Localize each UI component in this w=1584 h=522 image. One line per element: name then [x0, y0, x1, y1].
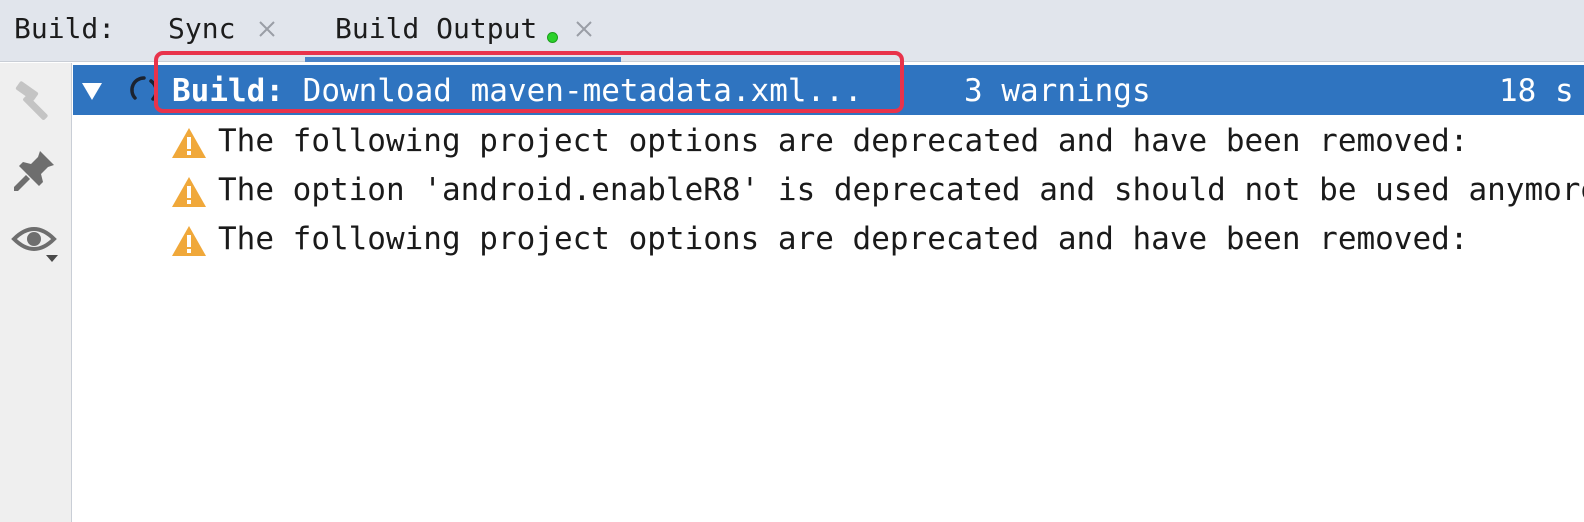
tab-build-output[interactable]: Build Output	[305, 0, 621, 62]
warning-count: 3 warnings	[964, 73, 1151, 109]
expand-arrow-icon[interactable]	[81, 81, 103, 101]
build-panel-label: Build:	[14, 12, 116, 45]
warning-row[interactable]: The option 'android.enableR8' is depreca…	[73, 166, 1584, 214]
close-icon[interactable]	[574, 19, 594, 39]
active-tab-indicator	[305, 57, 621, 62]
tree-root-prefix: Build:	[172, 73, 284, 109]
warning-row[interactable]: The following project options are deprec…	[73, 117, 1584, 165]
eye-icon[interactable]	[10, 215, 60, 265]
warning-icon	[172, 226, 206, 256]
build-duration: 18 s	[1499, 73, 1574, 109]
status-dot-icon	[547, 32, 558, 43]
build-tree: Build: Download maven-metadata.xml... 3 …	[73, 63, 1584, 522]
tab-sync-label: Sync	[168, 12, 236, 45]
warning-message: The option 'android.enableR8' is depreca…	[218, 172, 1584, 208]
tree-root-node[interactable]: Build: Download maven-metadata.xml... 3 …	[73, 65, 1584, 115]
close-icon[interactable]	[257, 19, 277, 39]
build-tool-window: Build: Sync Build Output Build: Download…	[0, 0, 1584, 522]
pin-icon[interactable]	[10, 145, 60, 195]
tree-root-title: Build: Download maven-metadata.xml...	[172, 73, 863, 109]
spinner-icon	[130, 76, 158, 101]
tab-sync[interactable]: Sync	[150, 0, 300, 62]
build-tab-bar: Build: Sync Build Output	[0, 0, 1584, 62]
tree-root-task: Download maven-metadata.xml...	[302, 73, 863, 109]
warning-message: The following project options are deprec…	[218, 221, 1469, 257]
tab-build-output-label: Build Output	[335, 12, 538, 45]
warning-message: The following project options are deprec…	[218, 123, 1469, 159]
warning-row[interactable]: The following project options are deprec…	[73, 215, 1584, 263]
warning-icon	[172, 128, 206, 158]
hammer-icon[interactable]	[10, 77, 60, 127]
warning-icon	[172, 177, 206, 207]
tool-strip	[0, 63, 72, 522]
